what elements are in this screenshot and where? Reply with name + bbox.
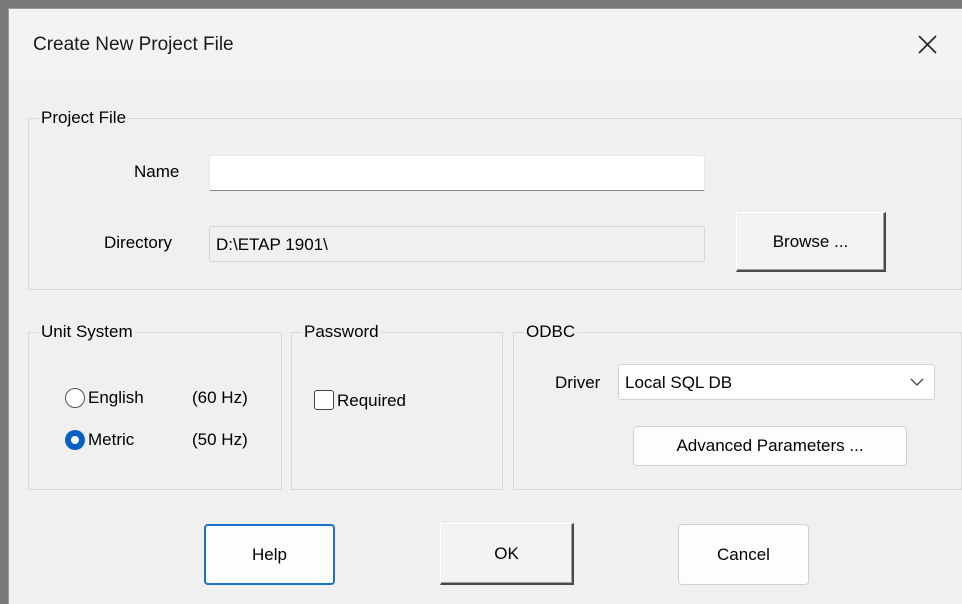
odbc-legend: ODBC	[526, 322, 576, 341]
project-file-legend: Project File	[41, 108, 127, 127]
ok-button[interactable]: OK	[440, 523, 574, 585]
metric-label[interactable]: Metric	[88, 430, 134, 450]
close-button[interactable]	[891, 9, 962, 79]
close-icon	[917, 34, 937, 54]
browse-label: Browse ...	[772, 231, 849, 251]
english-radio[interactable]	[65, 388, 85, 408]
password-legend: Password	[304, 322, 379, 341]
unit-system-legend: Unit System	[41, 322, 133, 341]
directory-field[interactable]: D:\ETAP 1901\	[209, 226, 705, 262]
driver-select[interactable]: Local SQL DB	[618, 364, 935, 400]
directory-label: Directory	[104, 233, 173, 252]
dialog-title: Create New Project File	[33, 34, 234, 55]
help-label: Help	[252, 544, 287, 564]
required-label[interactable]: Required	[337, 391, 406, 411]
chevron-down-icon	[910, 378, 924, 386]
metric-frequency: (50 Hz)	[192, 430, 248, 449]
advanced-parameters-button[interactable]: Advanced Parameters ...	[633, 426, 907, 466]
directory-value: D:\ETAP 1901\	[216, 235, 328, 254]
create-project-dialog: Create New Project File Project File Nam…	[8, 8, 962, 604]
english-label[interactable]: English	[88, 388, 144, 408]
driver-label: Driver	[555, 373, 601, 392]
english-frequency: (60 Hz)	[192, 388, 248, 407]
name-field[interactable]	[209, 155, 705, 191]
help-button[interactable]: Help	[204, 524, 335, 585]
driver-value: Local SQL DB	[625, 373, 733, 392]
required-checkbox[interactable]	[314, 390, 334, 410]
metric-radio[interactable]	[65, 430, 85, 450]
browse-button[interactable]: Browse ...	[736, 212, 886, 272]
name-label: Name	[134, 162, 180, 181]
cancel-label: Cancel	[717, 544, 770, 564]
ok-label: OK	[494, 543, 519, 563]
title-bar: Create New Project File	[9, 9, 962, 79]
cancel-button[interactable]: Cancel	[678, 524, 809, 585]
advanced-parameters-label: Advanced Parameters ...	[676, 436, 864, 455]
